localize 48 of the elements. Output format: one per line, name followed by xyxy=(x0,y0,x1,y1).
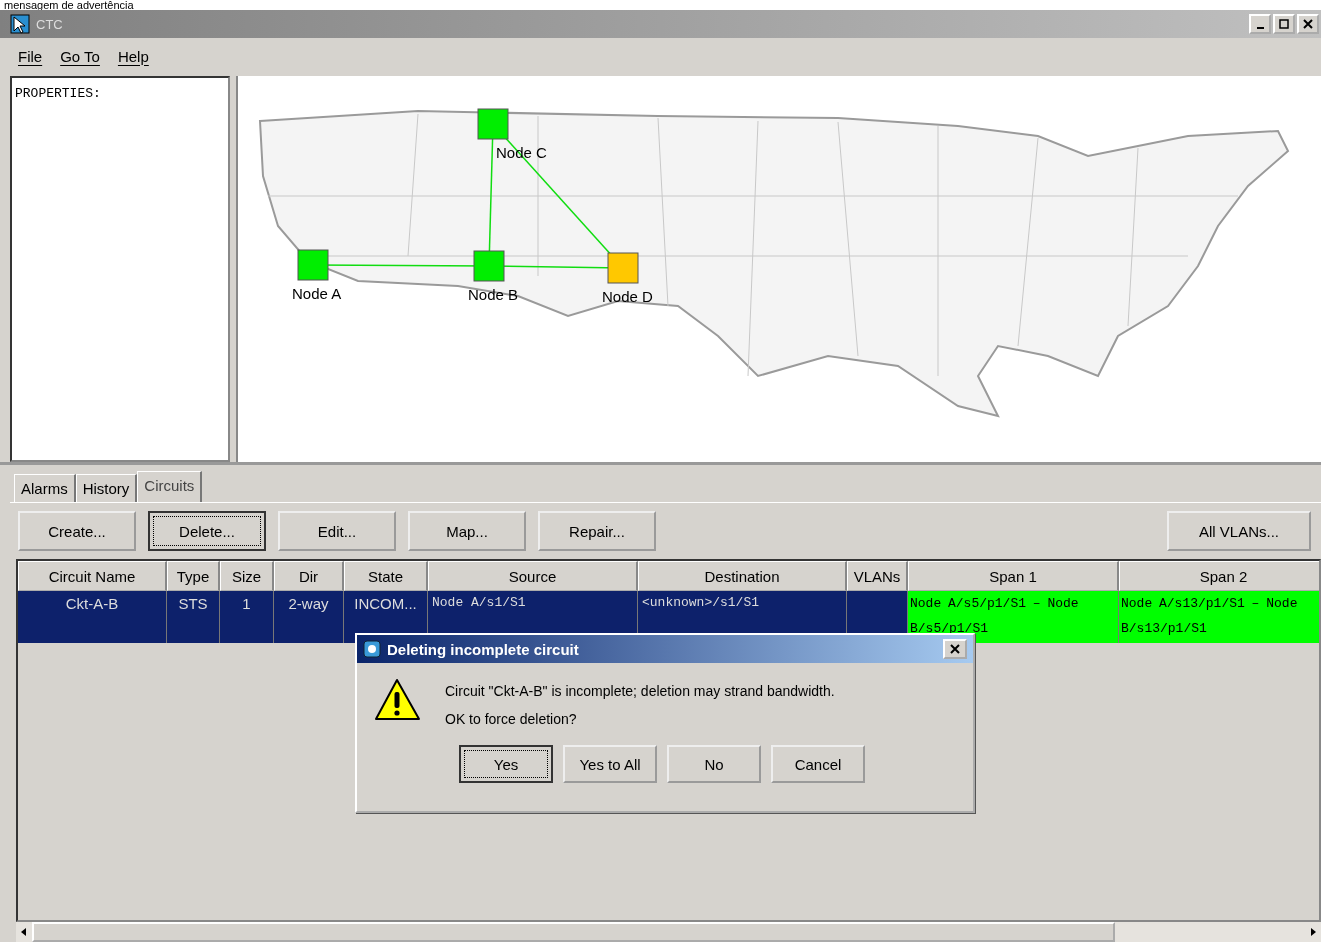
dialog-button[interactable]: Yes to All xyxy=(563,745,657,783)
close-button[interactable] xyxy=(943,639,967,659)
minimize-icon xyxy=(1256,27,1264,29)
tab[interactable]: Circuits xyxy=(137,471,203,502)
dialog-question: OK to force deletion? xyxy=(445,711,578,727)
toolbar-button[interactable]: Map... xyxy=(408,511,526,551)
minimize-button[interactable] xyxy=(1249,14,1271,34)
table-cell: STS xyxy=(167,591,220,643)
dialog-title: Deleting incomplete circuit xyxy=(387,640,579,658)
dialog-button[interactable]: No xyxy=(667,745,761,783)
toolbar-button[interactable]: Repair... xyxy=(538,511,656,551)
warning-icon xyxy=(373,677,421,723)
tab[interactable]: History xyxy=(75,474,138,502)
table-cell: Node A/s5/p1/S1 – Node B/s5/p1/S1 xyxy=(908,591,1119,643)
app-icon xyxy=(10,14,30,34)
window-title: CTC xyxy=(36,16,63,32)
dialog-button[interactable]: Yes xyxy=(459,745,553,783)
node-square[interactable] xyxy=(473,250,505,282)
caption: mensagem de advertência xyxy=(3,0,135,10)
table-cell: 2-way xyxy=(274,591,344,643)
node-square[interactable] xyxy=(297,249,329,281)
toolbar-button[interactable]: Edit... xyxy=(278,511,396,551)
maximize-icon xyxy=(1279,19,1289,29)
menu-item[interactable]: Go To xyxy=(60,47,100,65)
properties-label: PROPERTIES: xyxy=(15,86,101,101)
menu-item[interactable]: Help xyxy=(117,47,149,65)
toolbar-button[interactable]: Create... xyxy=(18,511,136,551)
table-cell: 1 xyxy=(220,591,274,643)
menu-item[interactable]: File xyxy=(18,47,43,65)
node-label: Node B xyxy=(468,286,519,303)
node-label: Node A xyxy=(292,285,342,302)
node-square[interactable] xyxy=(477,108,509,140)
horizontal-scrollbar[interactable] xyxy=(16,922,1321,942)
app-icon xyxy=(363,640,381,658)
dialog-message: Circuit "Ckt-A-B" is incomplete; deletion may strand bandwidth. xyxy=(445,683,835,699)
all-vlans-button[interactable]: All VLANs... xyxy=(1167,511,1311,551)
tab[interactable]: Alarms xyxy=(14,474,76,502)
maximize-button[interactable] xyxy=(1273,14,1295,34)
table-cell: Node A/s13/p1/S1 – Node B/s13/p1/S1 xyxy=(1119,591,1319,643)
dialog-button[interactable]: Cancel xyxy=(771,745,865,783)
close-icon xyxy=(950,644,960,654)
close-button[interactable] xyxy=(1297,14,1319,34)
toolbar-button[interactable]: Delete... xyxy=(148,511,266,551)
scroll-thumb[interactable] xyxy=(32,922,1115,942)
close-icon xyxy=(1303,19,1313,29)
node-square[interactable] xyxy=(607,252,639,284)
table-cell: Ckt-A-B xyxy=(18,591,167,643)
node-label: Node D xyxy=(602,288,653,305)
